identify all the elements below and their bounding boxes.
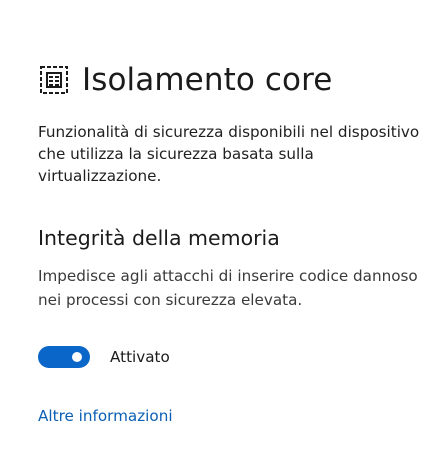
memory-integrity-description: Impedisce agli attacchi di inserire codi…: [38, 267, 418, 309]
memory-integrity-toggle-row: Attivato: [38, 346, 170, 368]
page-header: Isolamento core: [38, 60, 332, 100]
toggle-knob: [72, 352, 82, 362]
more-info-link[interactable]: Altre informazioni: [38, 405, 173, 427]
core-isolation-icon: [38, 64, 70, 96]
page-description: Funzionalità di sicurezza disponibili ne…: [38, 123, 420, 185]
toggle-state-label: Attivato: [110, 348, 170, 366]
memory-integrity-title: Integrità della memoria: [38, 226, 280, 250]
page-title: Isolamento core: [82, 62, 333, 98]
memory-integrity-toggle[interactable]: [38, 346, 90, 368]
